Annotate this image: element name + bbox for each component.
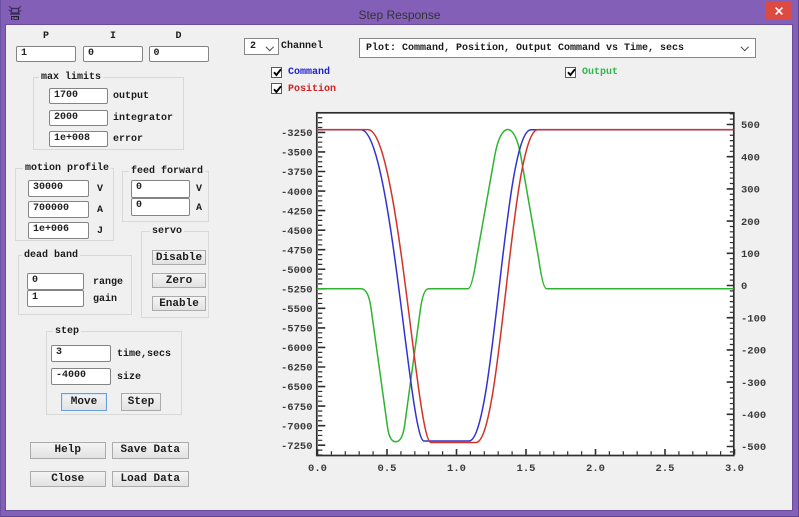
svg-text:2.0: 2.0 [586, 463, 605, 475]
svg-text:3.0: 3.0 [725, 463, 744, 475]
svg-text:-6750: -6750 [281, 402, 313, 414]
svg-text:-6000: -6000 [281, 343, 313, 355]
svg-text:0.5: 0.5 [378, 463, 397, 475]
svg-text:100: 100 [741, 249, 760, 261]
svg-text:-7250: -7250 [281, 441, 313, 453]
svg-text:-4250: -4250 [281, 206, 313, 218]
svg-text:-4500: -4500 [281, 226, 313, 238]
svg-text:-400: -400 [741, 410, 766, 422]
svg-text:0: 0 [741, 281, 747, 293]
svg-text:-6500: -6500 [281, 382, 313, 394]
svg-text:-100: -100 [741, 313, 766, 325]
svg-text:-3250: -3250 [281, 128, 313, 140]
svg-text:2.5: 2.5 [656, 463, 675, 475]
svg-text:300: 300 [741, 185, 760, 197]
svg-text:-300: -300 [741, 378, 766, 390]
svg-text:-5750: -5750 [281, 324, 313, 336]
svg-text:1.5: 1.5 [517, 463, 536, 475]
svg-text:-6250: -6250 [281, 363, 313, 375]
svg-text:500: 500 [741, 120, 760, 132]
svg-text:-5000: -5000 [281, 265, 313, 277]
svg-text:-3750: -3750 [281, 167, 313, 179]
svg-text:0.0: 0.0 [308, 463, 327, 475]
svg-text:200: 200 [741, 217, 760, 229]
svg-text:-5250: -5250 [281, 285, 313, 297]
svg-text:-3500: -3500 [281, 148, 313, 160]
svg-text:-4000: -4000 [281, 187, 313, 199]
svg-text:-7000: -7000 [281, 421, 313, 433]
svg-text:400: 400 [741, 152, 760, 164]
svg-text:-500: -500 [741, 442, 766, 454]
svg-text:-5500: -5500 [281, 304, 313, 316]
svg-text:1.0: 1.0 [447, 463, 466, 475]
svg-text:-4750: -4750 [281, 245, 313, 257]
svg-text:-200: -200 [741, 346, 766, 358]
